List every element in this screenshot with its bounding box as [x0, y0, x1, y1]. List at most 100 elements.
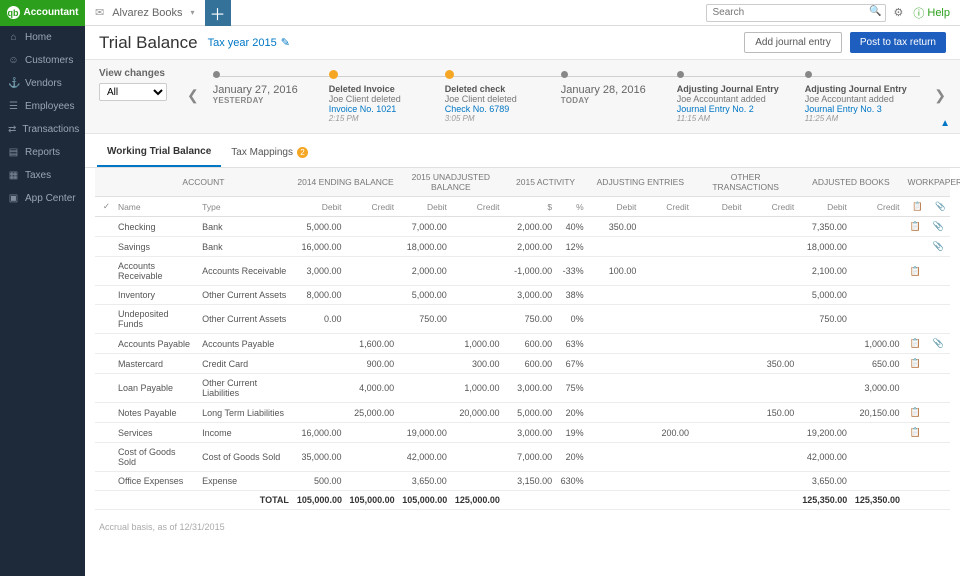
- row-checkbox[interactable]: [95, 423, 114, 443]
- workpaper-attach-icon[interactable]: [927, 443, 950, 472]
- workpaper-attach-header-icon[interactable]: 📎: [927, 197, 950, 217]
- timeline-prev-button[interactable]: ❮: [187, 87, 199, 104]
- row-checkbox[interactable]: [95, 286, 114, 305]
- tab-tax-mappings[interactable]: Tax Mappings2: [221, 138, 318, 167]
- workpaper-note-icon[interactable]: [904, 305, 927, 334]
- col-ot-debit[interactable]: Debit: [693, 197, 746, 217]
- mail-icon[interactable]: ✉: [95, 6, 104, 19]
- sidebar-item-app-center[interactable]: ▣App Center: [0, 187, 85, 210]
- timeline-event[interactable]: Adjusting Journal EntryJoe Accountant ad…: [805, 72, 907, 123]
- sidebar-item-taxes[interactable]: ▦Taxes: [0, 164, 85, 187]
- row-checkbox[interactable]: [95, 334, 114, 354]
- timeline-event-link[interactable]: Journal Entry No. 3: [805, 104, 907, 114]
- col-ub-credit[interactable]: Credit: [451, 197, 504, 217]
- collapse-timeline-button[interactable]: ▲: [940, 118, 950, 129]
- settings-button[interactable]: ⚙: [894, 6, 904, 19]
- workpaper-attach-icon[interactable]: [927, 374, 950, 403]
- table-row[interactable]: SavingsBank16,000.0018,000.002,000.0012%…: [95, 237, 950, 257]
- tax-year-selector[interactable]: Tax year 2015 ✎: [208, 36, 290, 49]
- workpaper-attach-icon[interactable]: 📎: [927, 237, 950, 257]
- timeline-event[interactable]: Adjusting Journal EntryJoe Accountant ad…: [677, 72, 779, 123]
- company-dropdown-caret-icon[interactable]: ▾: [191, 8, 195, 17]
- timeline-event-link[interactable]: Check No. 6789: [445, 104, 535, 114]
- table-row[interactable]: MastercardCredit Card900.00300.00600.006…: [95, 354, 950, 374]
- timeline-event-link[interactable]: Journal Entry No. 2: [677, 104, 779, 114]
- row-checkbox[interactable]: [95, 443, 114, 472]
- row-checkbox[interactable]: [95, 403, 114, 423]
- search-icon[interactable]: 🔍: [869, 6, 881, 17]
- col-ae-debit[interactable]: Debit: [588, 197, 641, 217]
- workpaper-attach-icon[interactable]: [927, 354, 950, 374]
- workpaper-note-icon[interactable]: [904, 443, 927, 472]
- row-checkbox[interactable]: [95, 305, 114, 334]
- col-eb-debit[interactable]: Debit: [293, 197, 346, 217]
- timeline-event[interactable]: Deleted checkJoe Client deletedCheck No.…: [445, 72, 535, 123]
- col-type[interactable]: Type: [198, 197, 293, 217]
- workpaper-attach-icon[interactable]: 📎: [927, 217, 950, 237]
- workpaper-note-icon[interactable]: 📋: [904, 403, 927, 423]
- col-activity-dollar[interactable]: $: [503, 197, 556, 217]
- post-to-tax-return-button[interactable]: Post to tax return: [850, 32, 946, 53]
- workpaper-note-icon[interactable]: [904, 374, 927, 403]
- row-checkbox[interactable]: [95, 374, 114, 403]
- table-row[interactable]: CheckingBank5,000.007,000.002,000.0040%3…: [95, 217, 950, 237]
- table-row[interactable]: Accounts PayableAccounts Payable1,600.00…: [95, 334, 950, 354]
- timeline-event-link[interactable]: Invoice No. 1021: [329, 104, 419, 114]
- workpaper-attach-icon[interactable]: [927, 423, 950, 443]
- col-ae-credit[interactable]: Credit: [640, 197, 693, 217]
- table-row[interactable]: ServicesIncome16,000.0019,000.003,000.00…: [95, 423, 950, 443]
- row-checkbox[interactable]: [95, 257, 114, 286]
- col-ab-debit[interactable]: Debit: [798, 197, 851, 217]
- workpaper-note-header-icon[interactable]: 📋: [904, 197, 927, 217]
- select-all-checkbox[interactable]: ✓: [95, 197, 114, 217]
- add-journal-entry-button[interactable]: Add journal entry: [744, 32, 842, 53]
- workpaper-attach-icon[interactable]: [927, 257, 950, 286]
- workpaper-note-icon[interactable]: 📋: [904, 334, 927, 354]
- workpaper-attach-icon[interactable]: [927, 472, 950, 491]
- col-activity-pct[interactable]: %: [556, 197, 588, 217]
- sidebar-item-vendors[interactable]: ⚓Vendors: [0, 72, 85, 95]
- row-checkbox[interactable]: [95, 237, 114, 257]
- sidebar-item-employees[interactable]: ☰Employees: [0, 95, 85, 118]
- global-add-button[interactable]: ＋: [205, 0, 231, 26]
- workpaper-note-icon[interactable]: 📋: [904, 217, 927, 237]
- timeline-event[interactable]: Deleted InvoiceJoe Client deletedInvoice…: [329, 72, 419, 123]
- table-row[interactable]: Office ExpensesExpense500.003,650.003,15…: [95, 472, 950, 491]
- table-row[interactable]: Accounts ReceivableAccounts Receivable3,…: [95, 257, 950, 286]
- workpaper-attach-icon[interactable]: [927, 403, 950, 423]
- workpaper-attach-icon[interactable]: [927, 305, 950, 334]
- sidebar-item-transactions[interactable]: ⇄Transactions: [0, 118, 85, 141]
- col-name[interactable]: Name: [114, 197, 198, 217]
- company-name[interactable]: Alvarez Books: [112, 7, 182, 19]
- search-input[interactable]: [706, 4, 886, 22]
- help-button[interactable]: ⓘ Help: [913, 5, 950, 21]
- table-row[interactable]: Cost of Goods SoldCost of Goods Sold35,0…: [95, 443, 950, 472]
- col-ab-credit[interactable]: Credit: [851, 197, 904, 217]
- cell-type: Other Current Assets: [198, 305, 293, 334]
- workpaper-attach-icon[interactable]: [927, 286, 950, 305]
- row-checkbox[interactable]: [95, 472, 114, 491]
- table-row[interactable]: Notes PayableLong Term Liabilities25,000…: [95, 403, 950, 423]
- workpaper-attach-icon[interactable]: 📎: [927, 334, 950, 354]
- col-group-adjusting: ADJUSTING ENTRIES: [588, 168, 693, 197]
- sidebar-item-reports[interactable]: ▤Reports: [0, 141, 85, 164]
- col-eb-credit[interactable]: Credit: [346, 197, 399, 217]
- workpaper-note-icon[interactable]: [904, 237, 927, 257]
- workpaper-note-icon[interactable]: [904, 286, 927, 305]
- col-ot-credit[interactable]: Credit: [746, 197, 799, 217]
- timeline-next-button[interactable]: ❯: [934, 87, 946, 104]
- row-checkbox[interactable]: [95, 217, 114, 237]
- workpaper-note-icon[interactable]: [904, 472, 927, 491]
- workpaper-note-icon[interactable]: 📋: [904, 257, 927, 286]
- sidebar-item-home[interactable]: ⌂Home: [0, 26, 85, 49]
- col-ub-debit[interactable]: Debit: [398, 197, 451, 217]
- workpaper-note-icon[interactable]: 📋: [904, 354, 927, 374]
- row-checkbox[interactable]: [95, 354, 114, 374]
- tab-working-trial-balance[interactable]: Working Trial Balance: [97, 138, 221, 167]
- table-row[interactable]: Undeposited FundsOther Current Assets0.0…: [95, 305, 950, 334]
- view-changes-select[interactable]: All: [99, 83, 167, 101]
- table-row[interactable]: InventoryOther Current Assets8,000.005,0…: [95, 286, 950, 305]
- workpaper-note-icon[interactable]: 📋: [904, 423, 927, 443]
- sidebar-item-customers[interactable]: ☺Customers: [0, 49, 85, 72]
- table-row[interactable]: Loan PayableOther Current Liabilities4,0…: [95, 374, 950, 403]
